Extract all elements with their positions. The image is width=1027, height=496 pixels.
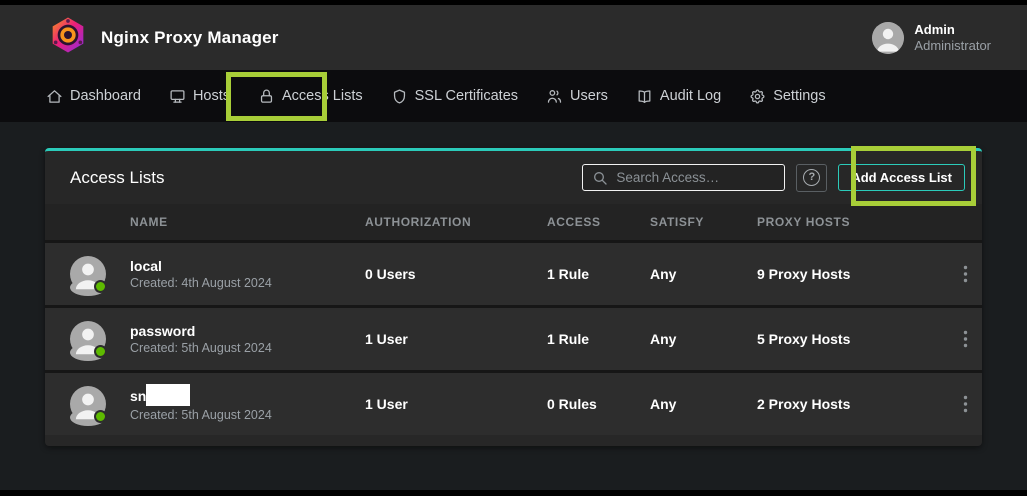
shield-icon [391, 88, 408, 105]
row-avatar [70, 386, 106, 422]
row-avatar [70, 321, 106, 357]
user-role: Administrator [914, 38, 991, 54]
proxy-hosts-value: 9 Proxy Hosts [757, 266, 948, 282]
status-online-dot [94, 410, 107, 423]
gear-icon [749, 88, 766, 105]
column-header-name: NAME [130, 215, 365, 229]
access-list-name: password [130, 322, 365, 340]
row-actions-menu-icon[interactable] [957, 391, 974, 417]
help-icon: ? [803, 169, 820, 186]
status-online-dot [94, 345, 107, 358]
bottom-border-strip [0, 490, 1027, 496]
nav-label: Access Lists [282, 88, 363, 104]
home-icon [46, 88, 63, 105]
proxy-hosts-value: 2 Proxy Hosts [757, 396, 948, 412]
satisfy-value: Any [650, 396, 757, 412]
row-actions-menu-icon[interactable] [957, 326, 974, 352]
row-avatar [70, 256, 106, 292]
nav-item-users[interactable]: Users [544, 82, 610, 111]
table-row[interactable]: local Created: 4th August 2024 0 Users 1… [45, 240, 982, 305]
access-value: 0 Rules [547, 396, 650, 412]
nav-item-access-lists[interactable]: Access Lists [256, 82, 365, 111]
monitor-icon [169, 88, 186, 105]
satisfy-value: Any [650, 331, 757, 347]
lock-icon [258, 88, 275, 105]
page-background: Nginx Proxy Manager Admin Administrator … [0, 0, 1027, 496]
main-nav: Dashboard Hosts Access Lists SSL Certifi… [0, 70, 1027, 122]
help-button[interactable]: ? [796, 164, 827, 192]
access-list-name: sn [130, 385, 365, 407]
nav-label: Dashboard [70, 88, 141, 104]
search-icon [592, 170, 608, 191]
nav-item-dashboard[interactable]: Dashboard [44, 82, 143, 111]
authorization-value: 1 User [365, 396, 547, 412]
table-row[interactable]: sn Created: 5th August 2024 1 User 0 Rul… [45, 370, 982, 435]
status-online-dot [94, 280, 107, 293]
column-header-proxy-hosts: PROXY HOSTS [757, 215, 948, 229]
proxy-hosts-value: 5 Proxy Hosts [757, 331, 948, 347]
app-title: Nginx Proxy Manager [101, 28, 279, 48]
nav-item-hosts[interactable]: Hosts [167, 82, 232, 111]
book-icon [636, 88, 653, 105]
column-header-authorization: AUTHORIZATION [365, 215, 547, 229]
access-value: 1 Rule [547, 331, 650, 347]
table-row[interactable]: password Created: 5th August 2024 1 User… [45, 305, 982, 370]
panel-header: Access Lists ? Add Access List [45, 151, 982, 204]
access-list-name: local [130, 257, 365, 275]
column-header-satisfy: SATISFY [650, 215, 757, 229]
access-lists-panel: Access Lists ? Add Access List NAME AUTH… [45, 148, 982, 446]
access-value: 1 Rule [547, 266, 650, 282]
table-header-row: NAME AUTHORIZATION ACCESS SATISFY PROXY … [45, 204, 982, 240]
satisfy-value: Any [650, 266, 757, 282]
column-header-access: ACCESS [547, 215, 650, 229]
add-access-list-button[interactable]: Add Access List [838, 164, 965, 191]
search-box [582, 164, 785, 191]
authorization-value: 1 User [365, 331, 547, 347]
nav-label: SSL Certificates [415, 88, 518, 104]
row-actions-menu-icon[interactable] [957, 261, 974, 287]
brand: Nginx Proxy Manager [48, 15, 279, 60]
page-title: Access Lists [70, 168, 164, 188]
created-date: Created: 4th August 2024 [130, 275, 365, 292]
search-input[interactable] [583, 165, 784, 190]
app-logo-icon [48, 15, 88, 60]
user-name: Admin [914, 22, 991, 38]
users-icon [546, 88, 563, 105]
nav-item-ssl-certificates[interactable]: SSL Certificates [389, 82, 520, 111]
nav-item-audit-log[interactable]: Audit Log [634, 82, 723, 111]
nav-label: Users [570, 88, 608, 104]
app-header: Nginx Proxy Manager Admin Administrator [0, 5, 1027, 70]
nav-label: Hosts [193, 88, 230, 104]
created-date: Created: 5th August 2024 [130, 407, 365, 424]
created-date: Created: 5th August 2024 [130, 340, 365, 357]
redaction-box [146, 384, 190, 406]
user-avatar-icon [872, 22, 904, 54]
authorization-value: 0 Users [365, 266, 547, 282]
user-menu[interactable]: Admin Administrator [872, 22, 991, 54]
nav-item-settings[interactable]: Settings [747, 82, 827, 111]
nav-label: Audit Log [660, 88, 721, 104]
nav-label: Settings [773, 88, 825, 104]
